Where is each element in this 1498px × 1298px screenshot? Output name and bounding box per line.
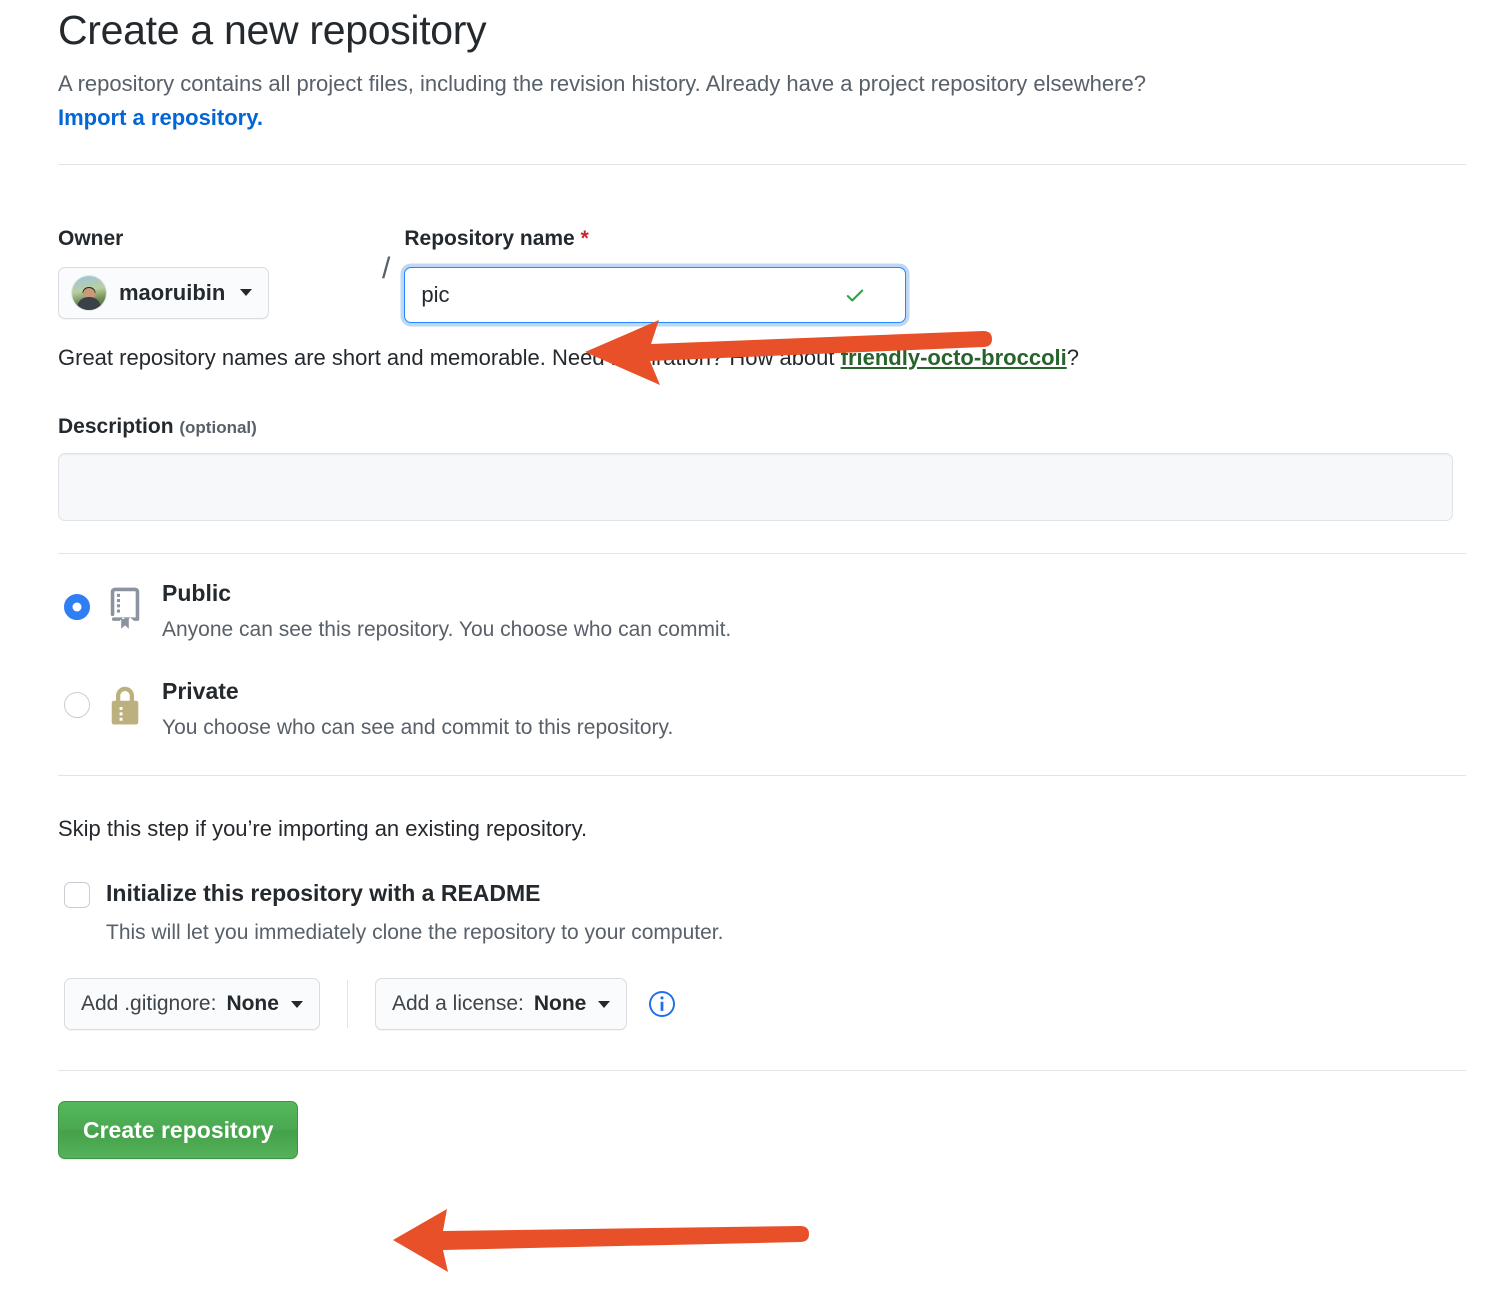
divider-visibility bbox=[58, 775, 1466, 776]
readme-label: Initialize this repository with a README bbox=[106, 880, 541, 906]
required-asterisk: * bbox=[581, 227, 589, 250]
visibility-private-title: Private bbox=[162, 678, 239, 704]
owner-column: Owner maoruibin bbox=[58, 227, 368, 319]
info-icon[interactable] bbox=[649, 991, 675, 1017]
repository-name-label-text: Repository name bbox=[404, 227, 574, 250]
lock-icon bbox=[104, 684, 146, 736]
description-section: Description (optional) bbox=[0, 415, 1498, 521]
page-subtitle-text: A repository contains all project files,… bbox=[58, 71, 1146, 96]
visibility-option-public[interactable]: Public Anyone can see this repository. Y… bbox=[58, 580, 1458, 644]
license-prefix-label: Add a license: bbox=[392, 992, 524, 1016]
skip-step-text: Skip this step if you’re importing an ex… bbox=[58, 816, 1458, 842]
repository-name-input[interactable] bbox=[404, 267, 906, 323]
page-title: Create a new repository bbox=[58, 8, 1458, 54]
radio-public[interactable] bbox=[64, 594, 90, 620]
description-input[interactable] bbox=[58, 453, 1453, 521]
initialize-section: Skip this step if you’re importing an ex… bbox=[0, 816, 1498, 1030]
divider-initialize bbox=[58, 1070, 1466, 1071]
owner-name-separator: / bbox=[382, 243, 390, 295]
owner-name-label: maoruibin bbox=[119, 280, 225, 306]
create-repository-page: Create a new repository A repository con… bbox=[0, 0, 1498, 1298]
suggested-repository-name-link[interactable]: friendly-octo-broccoli bbox=[841, 345, 1067, 370]
valid-check-icon bbox=[844, 284, 866, 306]
hint-suffix: ? bbox=[1067, 345, 1079, 370]
repository-name-input-wrapper bbox=[404, 267, 906, 323]
visibility-public-title: Public bbox=[162, 580, 231, 606]
chevron-down-icon bbox=[291, 1001, 303, 1008]
repository-name-label: Repository name * bbox=[404, 227, 1458, 251]
gitignore-value-label: None bbox=[226, 992, 279, 1016]
import-a-repository-link[interactable]: Import a repository. bbox=[58, 102, 263, 134]
divider-description bbox=[58, 553, 1466, 554]
chevron-down-icon bbox=[240, 289, 252, 296]
submit-section: Create repository bbox=[0, 1101, 1498, 1159]
avatar bbox=[72, 276, 106, 310]
divider-header bbox=[58, 164, 1466, 165]
description-label-text: Description bbox=[58, 415, 174, 438]
owner-select-button[interactable]: maoruibin bbox=[58, 267, 269, 319]
hint-prefix: Great repository names are short and mem… bbox=[58, 345, 841, 370]
gitignore-prefix-label: Add .gitignore: bbox=[81, 992, 216, 1016]
license-value-label: None bbox=[534, 992, 587, 1016]
create-repository-button[interactable]: Create repository bbox=[58, 1101, 298, 1159]
dropdown-separator bbox=[347, 980, 348, 1028]
page-subtitle: A repository contains all project files,… bbox=[58, 68, 1448, 134]
visibility-public-texts: Public Anyone can see this repository. Y… bbox=[162, 580, 1458, 644]
repo-icon bbox=[104, 586, 146, 638]
visibility-private-description: You choose who can see and commit to thi… bbox=[162, 714, 1458, 741]
readme-checkbox-row[interactable]: Initialize this repository with a README… bbox=[58, 880, 1458, 946]
owner-label: Owner bbox=[58, 227, 368, 251]
readme-texts: Initialize this repository with a README… bbox=[106, 880, 723, 946]
visibility-private-texts: Private You choose who can see and commi… bbox=[162, 678, 1458, 742]
repository-name-hint: Great repository names are short and mem… bbox=[0, 345, 1498, 371]
readme-description: This will let you immediately clone the … bbox=[106, 919, 723, 946]
visibility-section: Public Anyone can see this repository. Y… bbox=[0, 580, 1498, 742]
readme-checkbox[interactable] bbox=[64, 882, 90, 908]
visibility-option-private[interactable]: Private You choose who can see and commi… bbox=[58, 678, 1458, 742]
repository-name-column: Repository name * bbox=[404, 227, 1458, 323]
template-dropdown-row: Add .gitignore: None Add a license: None bbox=[58, 978, 1458, 1030]
repository-name-section: Owner maoruibin / Repository name * bbox=[0, 227, 1498, 323]
gitignore-dropdown-button[interactable]: Add .gitignore: None bbox=[64, 978, 320, 1030]
description-optional-label: (optional) bbox=[179, 418, 256, 437]
owner-name-row: Owner maoruibin / Repository name * bbox=[58, 227, 1458, 323]
radio-private[interactable] bbox=[64, 692, 90, 718]
visibility-public-description: Anyone can see this repository. You choo… bbox=[162, 616, 1458, 643]
chevron-down-icon bbox=[598, 1001, 610, 1008]
description-label: Description (optional) bbox=[58, 415, 1458, 439]
license-dropdown-button[interactable]: Add a license: None bbox=[375, 978, 627, 1030]
page-header: Create a new repository A repository con… bbox=[0, 0, 1498, 134]
arrow-to-create-repository-button bbox=[393, 1209, 809, 1272]
